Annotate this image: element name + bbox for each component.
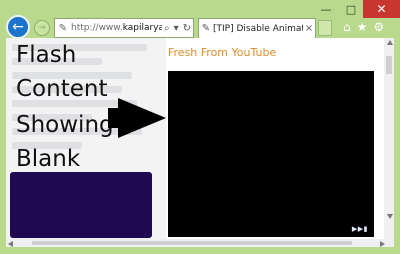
- browser-window: — □ ✕ ← → ✎ http://www.kapilarya.... ⌕ ▾…: [0, 0, 400, 254]
- tab-title: [TIP] Disable Animatio...: [213, 23, 303, 34]
- forward-button[interactable]: →: [34, 20, 50, 36]
- youtube-logo-icon: ▶▶▮: [351, 225, 368, 233]
- annotation-text-blank: Blank: [16, 146, 81, 172]
- url-prefix: http://www.: [71, 23, 123, 33]
- scroll-up-icon[interactable]: [387, 40, 393, 45]
- horizontal-scroll-thumb[interactable]: [32, 241, 352, 245]
- url-domain: kapilarya.: [122, 23, 162, 33]
- video-widget-title: Fresh From YouTube: [168, 46, 277, 59]
- scroll-down-icon[interactable]: [387, 214, 393, 219]
- page-viewport: Flash Content Showing Blank Fresh From Y…: [6, 38, 394, 247]
- right-pane: Fresh From YouTube ▶▶▮: [166, 38, 384, 247]
- refresh-icon[interactable]: ↻: [181, 23, 193, 34]
- back-button[interactable]: ←: [6, 15, 30, 39]
- address-bar[interactable]: ✎ http://www.kapilarya.... ⌕ ▾ ↻: [54, 18, 194, 38]
- left-pane: Flash Content Showing Blank: [6, 38, 166, 247]
- annotation-text-showing: Showing: [16, 112, 114, 138]
- annotation-text-flash: Flash: [16, 42, 77, 68]
- new-tab-button[interactable]: [318, 20, 332, 36]
- title-bar: — □ ✕ ← → ✎ http://www.kapilarya.... ⌕ ▾…: [0, 0, 400, 39]
- tab-active[interactable]: ✎ [TIP] Disable Animatio... ×: [198, 18, 316, 38]
- annotation-text-content: Content: [16, 76, 108, 102]
- tab-favicon-icon: ✎: [201, 23, 211, 34]
- address-url[interactable]: http://www.kapilarya....: [71, 23, 162, 33]
- search-icon[interactable]: ⌕: [162, 23, 172, 34]
- forward-arrow-icon: →: [38, 23, 46, 33]
- close-icon: ✕: [376, 2, 387, 16]
- maximize-button[interactable]: □: [339, 0, 363, 18]
- favorites-star-icon[interactable]: ★: [357, 20, 368, 34]
- toolbar-icons: ⌂ ★ ⚙: [343, 20, 384, 34]
- tab-close-icon[interactable]: ×: [303, 23, 315, 34]
- scroll-left-icon[interactable]: [8, 241, 13, 247]
- home-icon[interactable]: ⌂: [343, 20, 351, 34]
- back-arrow-icon: ←: [12, 19, 24, 35]
- pointer-arrow-icon: [118, 98, 166, 138]
- gear-icon[interactable]: ⚙: [373, 20, 384, 34]
- flash-video-player[interactable]: ▶▶▮: [168, 71, 374, 237]
- embedded-image-block: [10, 172, 152, 238]
- close-window-button[interactable]: ✕: [363, 0, 400, 18]
- dropdown-icon[interactable]: ▾: [172, 23, 181, 34]
- vertical-scroll-thumb[interactable]: [386, 56, 392, 74]
- scroll-right-icon[interactable]: [380, 241, 385, 247]
- page-favicon-icon: ✎: [58, 22, 68, 34]
- minimize-button[interactable]: —: [313, 0, 339, 18]
- maximize-icon: □: [345, 2, 357, 16]
- minimize-icon: —: [320, 2, 332, 16]
